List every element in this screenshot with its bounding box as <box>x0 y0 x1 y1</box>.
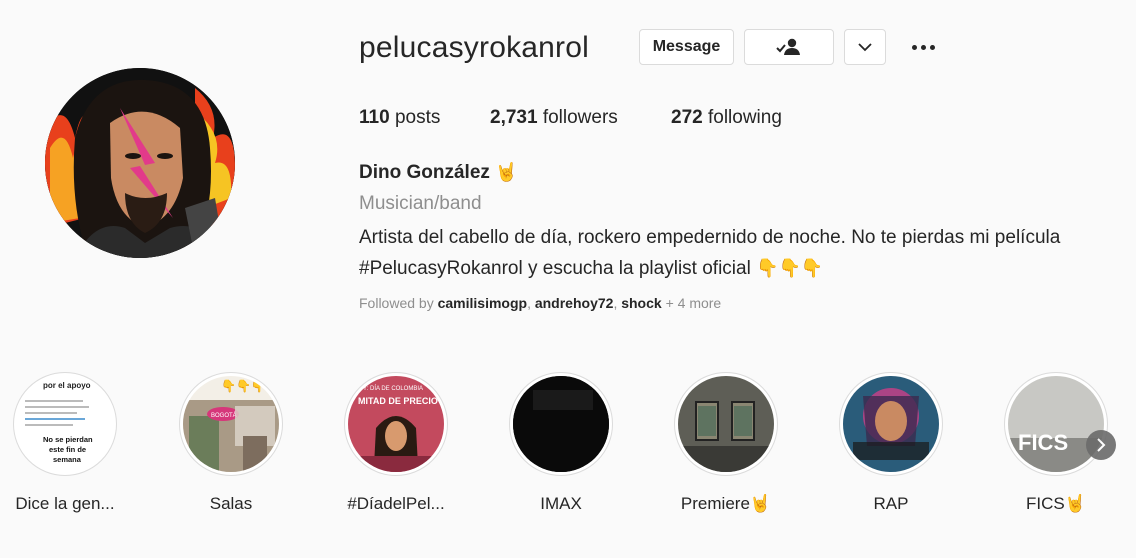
highlight-label: Dice la gen... <box>15 494 115 513</box>
profile-bio: Artista del cabello de día, rockero empe… <box>359 223 1119 284</box>
svg-text:No se pierdan: No se pierdan <box>43 435 93 444</box>
profile-avatar[interactable] <box>45 68 235 258</box>
highlight-label: #DíadelPel... <box>347 494 445 513</box>
highlight-label: Premiere🤘 <box>680 494 772 513</box>
follower-name[interactable]: camilisimogp <box>438 295 527 311</box>
following-count: 272 <box>671 107 703 128</box>
followers-link[interactable]: 2,731 followers <box>490 107 671 129</box>
highlight-item[interactable]: IMAX <box>508 372 614 513</box>
profile-username: pelucasyrokanrol <box>359 31 589 64</box>
chevron-down-icon <box>858 42 872 51</box>
highlight-label: IMAX <box>540 494 582 513</box>
avatar-illustration <box>45 68 235 258</box>
message-button[interactable]: Message <box>639 29 734 65</box>
pointing-down-icon: 👇👇👇 <box>756 258 824 278</box>
highlight-text: por el apoyo <box>43 381 91 390</box>
rock-hand-icon: 🤘 <box>495 162 518 182</box>
svg-text:MITAD DE PRECIO: MITAD DE PRECIO <box>358 396 438 406</box>
highlight-text: FICS <box>1018 430 1068 455</box>
profile-stats: 110 posts 2,731 followers 272 following <box>359 107 782 129</box>
highlight-cover: HOY: DÍA DE COLOMBIA MITAD DE PRECIO <box>348 376 444 472</box>
more-options-button[interactable] <box>906 36 940 58</box>
highlight-text: BOGOTÁ <box>211 412 237 419</box>
chevron-right-icon <box>1097 438 1106 452</box>
profile-category: Musician/band <box>359 193 482 214</box>
highlight-item[interactable]: HOY: DÍA DE COLOMBIA MITAD DE PRECIO #Dí… <box>343 372 449 513</box>
highlight-cover <box>843 376 939 472</box>
followers-count: 2,731 <box>490 107 538 128</box>
followed-by[interactable]: Followed by camilisimogp, andrehoy72, sh… <box>359 295 721 311</box>
followed-by-more[interactable]: + 4 more <box>666 295 722 311</box>
more-icon <box>911 44 917 50</box>
bio-line: Artista del cabello de día, rockero empe… <box>359 227 1061 248</box>
highlight-cover: por el apoyo No se pierdan este fin de s… <box>17 376 113 472</box>
highlight-item[interactable]: 👇👇👇 BOGOTÁ Salas <box>178 372 284 513</box>
profile-full-name: Dino González 🤘 <box>359 162 518 183</box>
posts-label: posts <box>394 107 441 128</box>
highlight-cover <box>513 376 609 472</box>
highlight-cover: 👇👇👇 BOGOTÁ <box>183 376 279 472</box>
follower-name[interactable]: andrehoy72 <box>535 295 614 311</box>
highlight-item[interactable]: FICS FICS🤘 <box>1003 372 1109 513</box>
highlight-cover <box>678 376 774 472</box>
bio-line: #PelucasyRokanrol y escucha la playlist … <box>359 253 1119 284</box>
highlight-item[interactable]: por el apoyo No se pierdan este fin de s… <box>12 372 118 513</box>
highlights-next-button[interactable] <box>1086 430 1116 460</box>
highlight-label: Salas <box>209 494 253 513</box>
highlight-item[interactable]: RAP <box>838 372 944 513</box>
bio-hashtag-text[interactable]: #PelucasyRokanrol y escucha la playlist … <box>359 258 751 279</box>
highlight-cover: FICS <box>1008 376 1104 472</box>
svg-text:👇👇👇: 👇👇👇 <box>221 379 266 393</box>
highlight-label: RAP <box>873 494 909 513</box>
posts-stat: 110 posts <box>359 107 490 129</box>
following-label: following <box>707 107 782 128</box>
highlight-item[interactable]: Premiere🤘 <box>673 372 779 513</box>
person-check-icon <box>776 38 800 55</box>
highlight-label: FICS🤘 <box>1026 494 1086 513</box>
following-link[interactable]: 272 following <box>671 107 782 129</box>
followers-label: followers <box>542 107 618 128</box>
follower-name[interactable]: shock <box>621 295 661 311</box>
highlight-text: HOY: DÍA DE COLOMBIA <box>354 385 423 392</box>
suggestions-dropdown-button[interactable] <box>844 29 886 65</box>
posts-count: 110 <box>359 107 390 128</box>
svg-text:este fin de: este fin de <box>49 445 86 454</box>
following-button[interactable] <box>744 29 834 65</box>
svg-text:semana: semana <box>53 455 82 464</box>
